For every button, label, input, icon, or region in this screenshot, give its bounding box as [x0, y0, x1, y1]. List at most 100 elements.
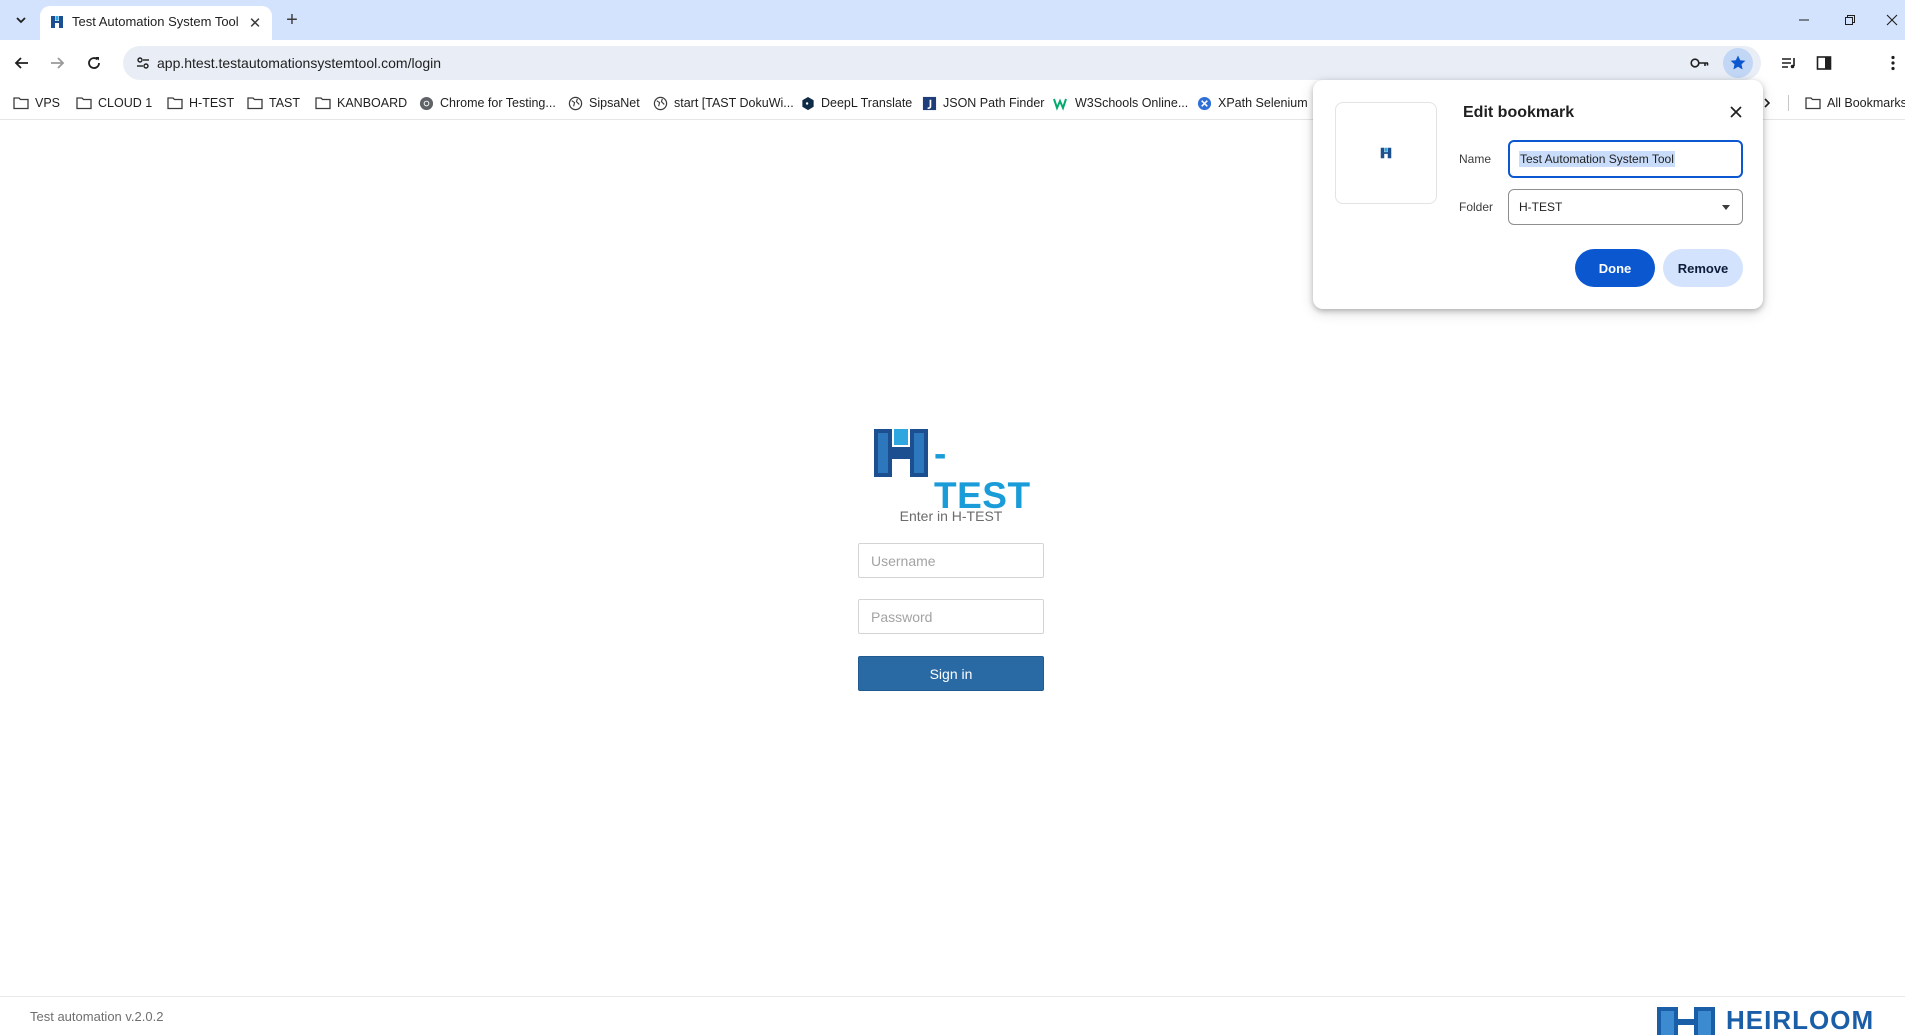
- bookmark-thumbnail: [1335, 102, 1437, 204]
- bookmark-folder-kanboard[interactable]: KANBOARD: [315, 92, 407, 114]
- close-icon: [1886, 14, 1898, 26]
- arrow-left-icon: [14, 57, 28, 69]
- reload-icon: [88, 57, 100, 69]
- folder-icon: [1805, 97, 1821, 110]
- globe-icon: [653, 96, 668, 110]
- bookmark-label: SipsaNet: [589, 96, 640, 110]
- chrome-icon: [419, 96, 434, 110]
- folder-value: H-TEST: [1519, 200, 1563, 214]
- address-bar[interactable]: app.htest.testautomationsystemtool.com/l…: [123, 46, 1761, 80]
- version-text: Test automation v.2.0.2: [30, 1009, 164, 1024]
- url-text: app.htest.testautomationsystemtool.com/l…: [157, 55, 442, 71]
- sign-in-button[interactable]: Sign in: [858, 656, 1044, 691]
- logo-text: -TEST: [934, 433, 1031, 516]
- bookmark-label: KANBOARD: [337, 96, 408, 110]
- h-test-favicon-icon: [1380, 147, 1392, 159]
- name-label: Name: [1459, 152, 1492, 166]
- bookmark-w3schools[interactable]: W3Schools Online...: [1053, 92, 1188, 114]
- bookmark-folder-h-test[interactable]: H-TEST: [167, 92, 234, 114]
- tab-title: Test Automation System Tool: [72, 14, 239, 29]
- all-bookmarks-button[interactable]: All Bookmarks: [1805, 92, 1905, 114]
- bookmark-folder-tast[interactable]: TAST: [247, 92, 300, 114]
- tune-icon: [137, 57, 149, 69]
- heirloom-logo: HEIRLOOM: [1656, 1003, 1896, 1035]
- tab-active[interactable]: Test Automation System Tool ✕: [40, 6, 272, 40]
- menu-button[interactable]: [1882, 49, 1904, 77]
- restore-button[interactable]: [1832, 6, 1868, 34]
- username-input[interactable]: [858, 543, 1044, 578]
- bookmarks-separator: [1788, 95, 1789, 111]
- folder-icon: [167, 97, 183, 110]
- bookmark-label: DeepL Translate: [821, 96, 913, 110]
- new-tab-button[interactable]: +: [281, 9, 303, 31]
- heirloom-text: HEIRLOOM: [1726, 1005, 1875, 1035]
- tab-close-icon[interactable]: ✕: [245, 13, 265, 33]
- login-subtitle: Enter in H-TEST: [899, 508, 1003, 524]
- tab-search-button[interactable]: [8, 8, 34, 32]
- bookmark-folder-cloud-1[interactable]: CLOUD 1: [76, 92, 152, 114]
- side-panel-button[interactable]: [1810, 49, 1838, 77]
- chevron-right-icon: [1764, 98, 1771, 108]
- heirloom-logo-icon: [1657, 1007, 1715, 1035]
- reading-list-button[interactable]: [1775, 49, 1803, 77]
- minimize-button[interactable]: [1786, 6, 1822, 34]
- bookmark-label: VPS: [35, 96, 61, 110]
- media-queue-icon: [1782, 58, 1795, 69]
- folder-icon: [247, 97, 263, 110]
- tab-strip: Test Automation System Tool ✕ +: [0, 0, 1905, 40]
- folder-icon: [76, 97, 92, 110]
- dropdown-caret-icon: [1722, 205, 1730, 210]
- star-icon: [1730, 55, 1746, 70]
- bookmark-folder-vps[interactable]: VPS: [13, 92, 60, 114]
- close-window-button[interactable]: [1878, 6, 1905, 34]
- bookmark-label: H-TEST: [189, 96, 235, 110]
- forward-button[interactable]: [43, 49, 71, 77]
- bookmark-label: JSON Path Finder: [943, 96, 1045, 110]
- folder-label: Folder: [1459, 200, 1494, 214]
- done-button[interactable]: Done: [1575, 249, 1655, 287]
- bookmark-tast-dokuwiki[interactable]: start [TAST DokuWi...: [653, 92, 794, 114]
- bookmark-deepl[interactable]: DeepL Translate: [801, 92, 912, 114]
- bookmark-name-value: Test Automation System Tool: [1519, 151, 1675, 167]
- all-bookmarks-label: All Bookmarks: [1827, 96, 1905, 110]
- password-input[interactable]: [858, 599, 1044, 634]
- bookmark-folder-select[interactable]: H-TEST: [1508, 189, 1743, 225]
- bookmark-label: CLOUD 1: [98, 96, 153, 110]
- globe-icon: [568, 96, 583, 110]
- bookmark-name-input[interactable]: Test Automation System Tool: [1508, 140, 1743, 178]
- bookmark-chrome-for-testing[interactable]: Chrome for Testing...: [419, 92, 556, 114]
- bookmark-label: TAST: [269, 96, 301, 110]
- more-vert-icon: [1891, 55, 1895, 71]
- h-test-favicon-icon: [50, 15, 64, 29]
- dialog-close-button[interactable]: [1724, 100, 1748, 124]
- browser-window: Test Automation System Tool ✕ + app.htes…: [0, 0, 1905, 1035]
- minimize-icon: [1799, 19, 1809, 21]
- bookmark-label: start [TAST DokuWi...: [674, 96, 794, 110]
- bookmark-xpath-selenium[interactable]: XPath Selenium: [1197, 92, 1308, 114]
- remove-button[interactable]: Remove: [1663, 249, 1743, 287]
- bookmark-star-button[interactable]: [1723, 48, 1753, 78]
- h-test-logo: -TEST: [872, 427, 1042, 516]
- h-test-logo-icon: [874, 429, 928, 477]
- bookmark-label: XPath Selenium: [1218, 96, 1308, 110]
- footer: Test automation v.2.0.2 HEIRLOOM: [0, 996, 1905, 1035]
- bookmark-json-path-finder[interactable]: JSON Path Finder: [922, 92, 1044, 114]
- bookmark-label: W3Schools Online...: [1075, 96, 1189, 110]
- restore-icon: [1845, 15, 1855, 25]
- xpath-icon: [1197, 96, 1212, 110]
- deepl-icon: [802, 96, 814, 110]
- folder-icon: [13, 97, 29, 110]
- dialog-title: Edit bookmark: [1463, 104, 1575, 121]
- key-icon: [1690, 58, 1709, 68]
- site-info-button[interactable]: [131, 51, 155, 75]
- reload-button[interactable]: [80, 49, 108, 77]
- bookmark-label: Chrome for Testing...: [440, 96, 556, 110]
- back-button[interactable]: [8, 49, 36, 77]
- bookmark-sipsanet[interactable]: SipsaNet: [568, 92, 640, 114]
- folder-icon: [315, 97, 331, 110]
- password-key-button[interactable]: [1688, 51, 1712, 75]
- chevron-down-icon: [16, 17, 26, 24]
- bookmarks-overflow-button[interactable]: [1762, 92, 1772, 114]
- close-icon: [1730, 106, 1742, 118]
- edit-bookmark-dialog: Edit bookmark Name Test Automation Syste…: [1313, 80, 1763, 309]
